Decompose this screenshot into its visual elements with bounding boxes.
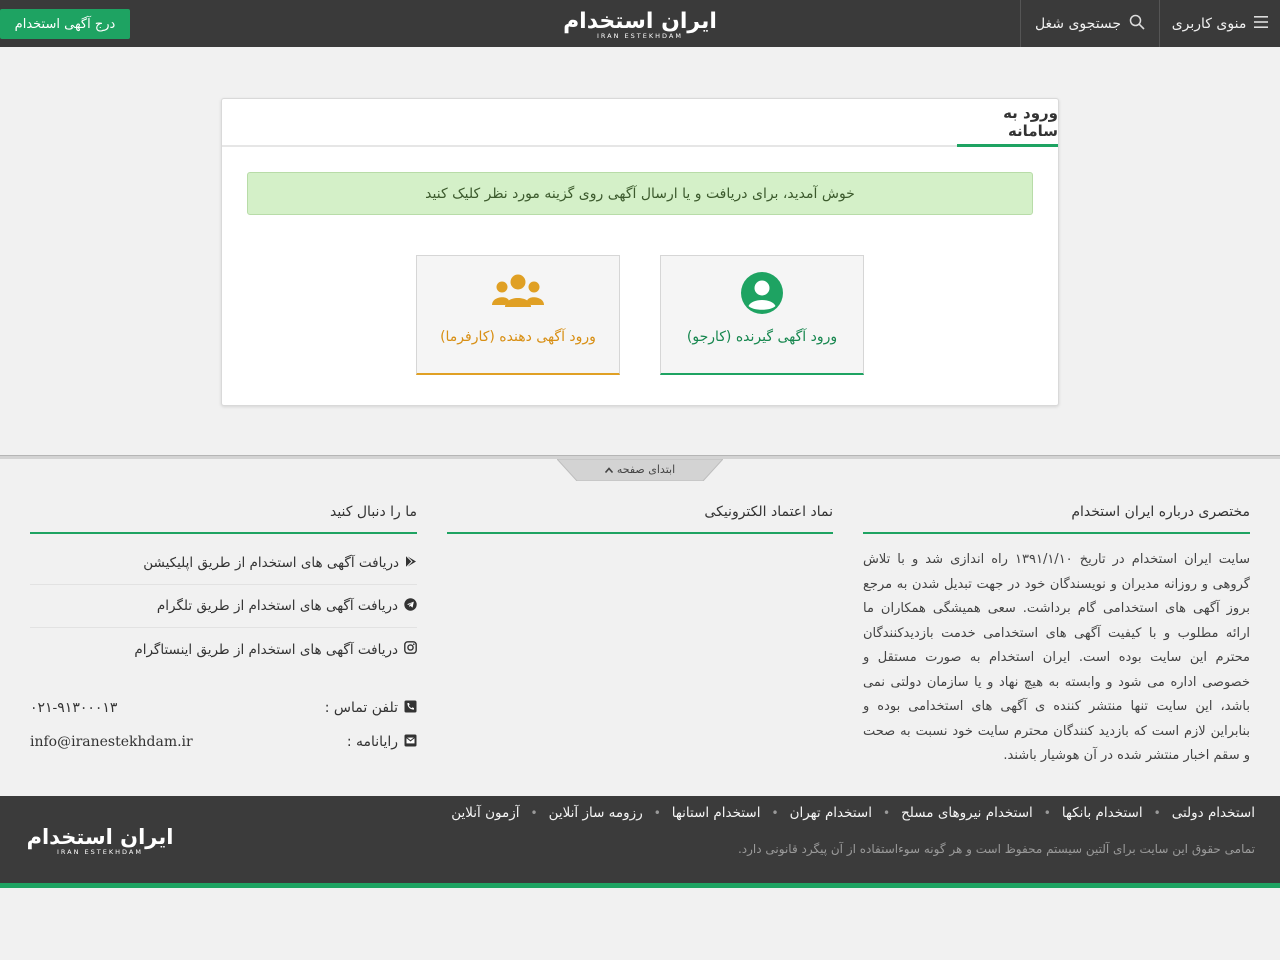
follow-heading: ما را دنبال کنید xyxy=(30,500,417,534)
hamburger-icon xyxy=(1254,15,1269,32)
post-job-ad-button[interactable]: درج آگهی استخدام xyxy=(0,9,130,39)
site-logo[interactable]: ایران استخدام IRAN ESTEKHDAM xyxy=(560,6,720,40)
users-group-icon xyxy=(492,271,544,315)
footer-logo[interactable]: ایران استخدام IRAN ESTEKHDAM xyxy=(24,824,176,856)
employer-login-card[interactable]: ورود آگهی دهنده (کارفرما) xyxy=(416,255,620,375)
panel-header: ورود به سامانه xyxy=(222,99,1058,147)
bottom-link-tehran[interactable]: استخدام تهران xyxy=(790,805,872,821)
top-navbar: منوی کاربری جستجوی شغل ایران استخدام IRA… xyxy=(0,0,1280,47)
welcome-alert: خوش آمدید، برای دریافت و یا ارسال آگهی ر… xyxy=(247,172,1033,215)
login-tab[interactable]: ورود به سامانه xyxy=(957,99,1058,147)
phone-value[interactable]: ۰۲۱-۹۱۳۰۰۰۱۳ xyxy=(30,700,117,716)
back-to-top-label: ابتدای صفحه xyxy=(616,462,676,476)
follow-instagram-label: دریافت آگهی های استخدام از طریق اینستاگر… xyxy=(134,641,398,658)
svg-text:IRAN ESTEKHDAM: IRAN ESTEKHDAM xyxy=(57,848,143,856)
about-text: سایت ایران استخدام در تاریخ ۱۳۹۱/۱/۱۰ را… xyxy=(863,552,1250,763)
bottom-link-government[interactable]: استخدام دولتی xyxy=(1172,805,1255,821)
contact-phone-row: ۰۲۱-۹۱۳۰۰۰۱۳ تلفن تماس : xyxy=(30,696,417,720)
job-seeker-login-card[interactable]: ورود آگهی گیرنده (کارجو) xyxy=(660,255,864,375)
chevron-up-icon xyxy=(604,463,613,476)
job-search-label: جستجوی شغل xyxy=(1034,15,1122,32)
email-label: رایانامه : xyxy=(346,734,398,750)
follow-app-label: دریافت آگهی های استخدام از طریق اپلیکیشن xyxy=(143,555,399,571)
bottom-link-provinces[interactable]: استخدام استانها xyxy=(672,805,761,821)
back-to-top-button[interactable]: ابتدای صفحه xyxy=(557,459,723,481)
telegram-icon xyxy=(404,597,417,615)
user-menu-button[interactable]: منوی کاربری xyxy=(1159,0,1280,47)
bottom-link-banks[interactable]: استخدام بانکها xyxy=(1062,805,1143,821)
google-play-icon xyxy=(405,554,417,572)
email-value[interactable]: info@iranestekhdam.ir xyxy=(30,734,193,750)
envelope-icon xyxy=(404,734,417,751)
follow-telegram-link[interactable]: دریافت آگهی های استخدام از طریق تلگرام xyxy=(30,585,417,628)
phone-label: تلفن تماس : xyxy=(324,700,398,716)
bottom-link-resume-builder[interactable]: رزومه ساز آنلاین xyxy=(549,805,643,821)
svg-text:IRAN ESTEKHDAM: IRAN ESTEKHDAM xyxy=(597,32,683,40)
phone-icon xyxy=(404,700,417,717)
job-seeker-login-label: ورود آگهی گیرنده (کارجو) xyxy=(686,329,838,345)
svg-text:ایران استخدام: ایران استخدام xyxy=(27,825,174,849)
user-menu-label: منوی کاربری xyxy=(1171,15,1247,32)
follow-column: ما را دنبال کنید دریافت آگهی های استخدام… xyxy=(30,500,417,671)
bottom-link-online-exam[interactable]: آزمون آنلاین xyxy=(451,805,519,821)
trust-column: نماد اعتماد الکترونیکی xyxy=(447,500,833,534)
svg-text:ایران استخدام: ایران استخدام xyxy=(563,9,717,34)
bottom-link-armed-forces[interactable]: استخدام نیروهای مسلح xyxy=(901,805,1033,821)
follow-app-link[interactable]: دریافت آگهی های استخدام از طریق اپلیکیشن xyxy=(30,542,417,585)
instagram-icon xyxy=(404,641,417,658)
follow-instagram-link[interactable]: دریافت آگهی های استخدام از طریق اینستاگر… xyxy=(30,628,417,671)
search-icon xyxy=(1129,14,1145,34)
contact-email-row: info@iranestekhdam.ir رایانامه : xyxy=(30,730,417,754)
employer-login-label: ورود آگهی دهنده (کارفرما) xyxy=(440,329,596,345)
job-search-button[interactable]: جستجوی شغل xyxy=(1020,0,1159,47)
copyright-text: تمامی حقوق این سایت برای آلتین سیستم محف… xyxy=(737,842,1255,856)
trust-heading: نماد اعتماد الکترونیکی xyxy=(447,500,833,534)
follow-list: دریافت آگهی های استخدام از طریق اپلیکیشن… xyxy=(30,542,417,671)
bottom-accent-stripe xyxy=(0,883,1280,888)
follow-telegram-label: دریافت آگهی های استخدام از طریق تلگرام xyxy=(156,598,398,614)
about-heading: مختصری درباره ایران استخدام xyxy=(863,500,1250,534)
bottom-links: استخدام دولتی • استخدام بانکها • استخدام… xyxy=(451,805,1255,821)
user-circle-icon xyxy=(740,271,784,315)
login-panel: ورود به سامانه خوش آمدید، برای دریافت و … xyxy=(221,98,1059,406)
about-column: مختصری درباره ایران استخدام سایت ایران ا… xyxy=(863,500,1250,769)
bottom-bar: استخدام دولتی • استخدام بانکها • استخدام… xyxy=(0,796,1280,883)
